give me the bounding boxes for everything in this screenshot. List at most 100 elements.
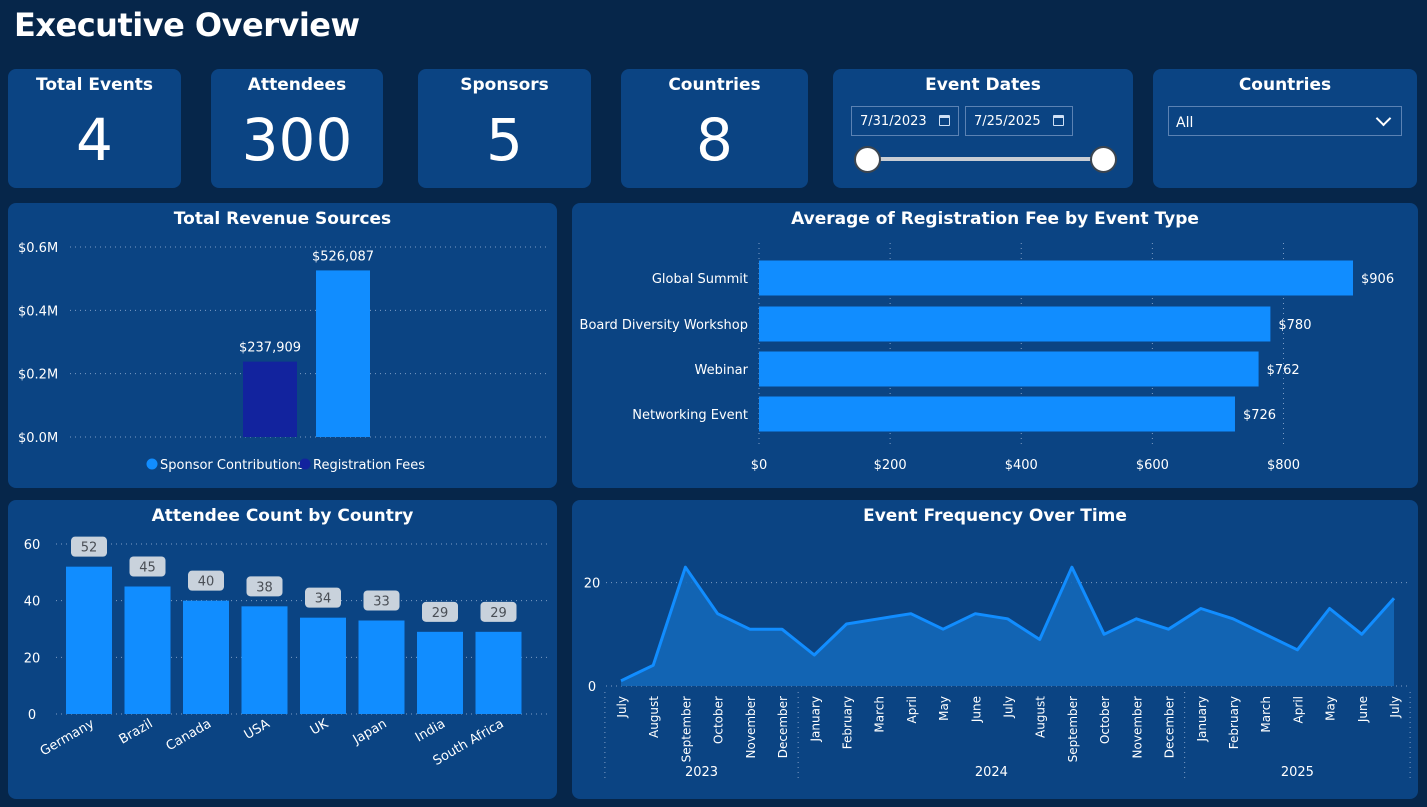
legend-label: Sponsor Contributions	[160, 458, 305, 473]
data-label: 45	[139, 561, 156, 576]
data-label: $526,087	[312, 249, 374, 264]
y-tick-label: 0	[28, 708, 36, 723]
revenue-sources-panel: Total Revenue Sources $0.0M $0.2M $0.4M $0.…	[8, 203, 557, 488]
y-tick-label: 60	[24, 538, 41, 553]
data-label: $762	[1267, 363, 1300, 378]
calendar-icon[interactable]	[939, 115, 950, 126]
y-tick-label: $0.6M	[18, 241, 58, 256]
attendee-bar	[241, 606, 288, 714]
x-tick-label: July	[1002, 696, 1016, 719]
attendee-bar	[475, 631, 522, 714]
attendee-bar	[66, 566, 112, 714]
kpi-card-attendees: Attendees 300	[211, 69, 383, 188]
countries-slicer: Countries All	[1153, 69, 1417, 188]
slicer-title: Event Dates	[925, 75, 1041, 95]
data-label: 38	[256, 580, 273, 595]
kpi-label: Sponsors	[460, 75, 549, 95]
data-label: 40	[198, 575, 215, 590]
category-label: Global Summit	[652, 272, 748, 287]
x-tick-label: November	[744, 696, 758, 758]
x-tick-label: July	[1388, 696, 1402, 719]
page-title: Executive Overview	[14, 6, 360, 44]
legend-label: Registration Fees	[313, 458, 425, 473]
slider-start-handle[interactable]	[854, 146, 881, 173]
y-tick-label: $0.4M	[18, 304, 58, 319]
event-frequency-chart: 0 20 July August September October November Dec…	[584, 565, 1411, 782]
x-tick-label: $200	[874, 458, 907, 473]
y-tick-label: 20	[24, 651, 41, 666]
slicer-title: Countries	[1238, 75, 1332, 95]
data-label: $237,909	[239, 341, 301, 356]
x-tick-label: April	[1291, 696, 1305, 723]
attendee-count-chart: 0 20 40 60 52 Germany 45 Brazil 40 Canada 38 USA 34 U…	[24, 536, 548, 769]
slider-end-handle[interactable]	[1090, 146, 1117, 173]
data-label: 29	[490, 606, 507, 621]
x-tick-label: October	[1098, 696, 1112, 744]
x-tick-label: May	[937, 696, 951, 721]
x-tick-label: June	[1356, 696, 1370, 723]
kpi-value: 8	[696, 106, 733, 174]
x-tick-label: September	[679, 696, 693, 762]
end-date-input[interactable]: 7/25/2025	[965, 106, 1073, 136]
revenue-chart: $0.0M $0.2M $0.4M $0.6M $237,909 $526,087 Spon…	[18, 241, 548, 473]
year-label: 2023	[685, 765, 718, 780]
x-tick-label: Brazil	[117, 716, 156, 747]
event-dates-slicer: Event Dates 7/31/2023 7/25/2025	[833, 69, 1133, 188]
dropdown-selected-value: All	[1176, 115, 1194, 131]
fee-bar	[759, 396, 1235, 432]
x-tick-label: March	[1259, 696, 1273, 733]
x-tick-label: Japan	[350, 716, 390, 748]
fee-bar	[759, 260, 1353, 296]
legend-marker	[299, 458, 311, 470]
kpi-card-countries: Countries 8	[621, 69, 808, 188]
chevron-down-icon[interactable]	[1375, 110, 1392, 127]
kpi-value: 300	[241, 106, 353, 174]
date-range-slider-track[interactable]	[867, 157, 1103, 161]
kpi-card-sponsors: Sponsors 5	[418, 69, 591, 188]
attendee-bar	[358, 620, 405, 714]
x-tick-label: Germany	[38, 716, 98, 759]
registration-fee-panel: Average of Registration Fee by Event Typ…	[572, 203, 1418, 488]
attendee-bar	[300, 617, 346, 714]
countries-dropdown[interactable]: All	[1168, 106, 1402, 136]
area-fill	[621, 567, 1394, 686]
x-tick-label: November	[1130, 696, 1144, 758]
revenue-bar	[243, 361, 297, 437]
y-tick-label: $0.0M	[18, 431, 58, 446]
x-tick-label: July	[615, 696, 629, 719]
data-label: $726	[1243, 408, 1276, 423]
x-tick-label: June	[969, 696, 983, 723]
x-tick-label: $600	[1136, 458, 1169, 473]
x-tick-label: December	[776, 696, 790, 758]
x-tick-label: UK	[308, 716, 332, 738]
attendee-bar	[183, 600, 229, 714]
year-label: 2025	[1281, 765, 1314, 780]
x-tick-label: Canada	[164, 716, 214, 754]
x-tick-label: May	[1324, 696, 1338, 721]
x-tick-label: $0	[751, 458, 768, 473]
x-tick-label: April	[905, 696, 919, 723]
start-date-input[interactable]: 7/31/2023	[851, 106, 959, 136]
x-tick-label: August	[647, 696, 661, 738]
kpi-label: Total Events	[36, 75, 153, 95]
legend-marker	[146, 458, 158, 470]
x-tick-label: January	[1195, 696, 1209, 743]
fee-bar	[759, 351, 1259, 387]
event-frequency-panel: Event Frequency Over Time 0 20 July August S…	[572, 500, 1418, 799]
x-tick-label: September	[1066, 696, 1080, 762]
fee-bar	[759, 306, 1271, 342]
revenue-bar	[316, 270, 370, 437]
x-tick-label: October	[712, 696, 726, 744]
attendee-bar	[417, 631, 463, 714]
calendar-icon[interactable]	[1053, 115, 1064, 126]
kpi-label: Countries	[668, 75, 761, 95]
data-label: $780	[1278, 318, 1311, 333]
attendee-count-panel: Attendee Count by Country 0 20 40 60 52 Germa…	[8, 500, 557, 799]
year-label: 2024	[975, 765, 1008, 780]
data-label: 29	[432, 606, 449, 621]
x-tick-label: March	[873, 696, 887, 733]
y-tick-label: $0.2M	[18, 368, 58, 383]
x-tick-label: USA	[242, 716, 273, 742]
end-date-value: 7/25/2025	[974, 114, 1041, 129]
y-tick-label: 0	[588, 680, 596, 695]
